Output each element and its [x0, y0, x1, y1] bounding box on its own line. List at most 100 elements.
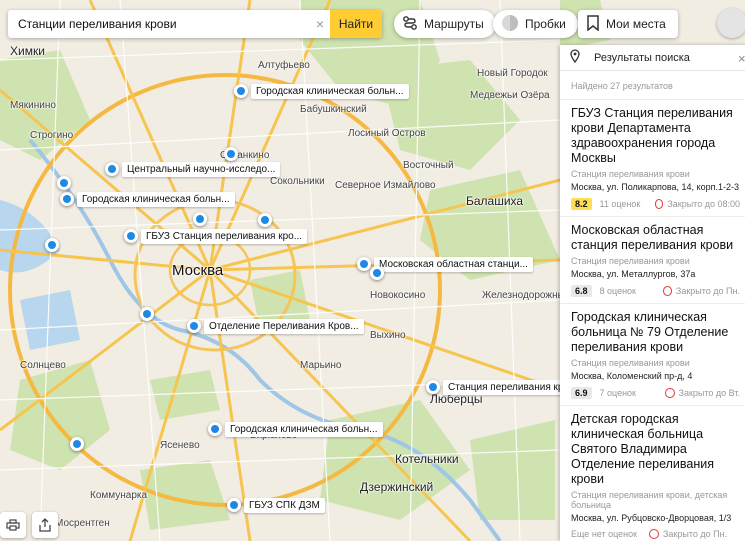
clock-icon — [662, 286, 672, 296]
place-label: Мосрентген — [55, 518, 110, 529]
place-label: Сокольники — [270, 176, 325, 187]
place-label: Мякинино — [10, 100, 56, 111]
avatar[interactable] — [717, 8, 745, 38]
result-item[interactable]: ГБУЗ Станция переливания крови Департаме… — [560, 99, 745, 216]
map-pin[interactable] — [258, 213, 272, 227]
map-pin[interactable] — [426, 380, 440, 394]
clock-icon — [649, 529, 659, 539]
map-pin[interactable] — [140, 307, 154, 321]
pin-label[interactable]: ГБУЗ СПК ДЗМ — [244, 498, 325, 513]
routes-icon — [402, 15, 418, 34]
place-label: Солнцево — [20, 360, 66, 371]
clock-icon — [654, 199, 664, 209]
place-label: Новокосино — [370, 290, 426, 301]
place-label: Дзержинский — [360, 480, 434, 494]
result-meta: 8.2 11 оценок Закрыто до 08:00 — [571, 198, 740, 210]
hours-status: Закрыто до Пн. — [663, 529, 728, 539]
map-pin[interactable] — [208, 422, 222, 436]
place-label: Восточный — [403, 160, 454, 171]
reviews-count[interactable]: 11 оценок — [600, 199, 655, 209]
bookmark-icon — [586, 14, 600, 34]
pin-label[interactable]: Московская областная станци... — [374, 257, 533, 272]
place-label: Бабушкинский — [300, 104, 367, 115]
map-pin[interactable] — [357, 257, 371, 271]
map-pin[interactable] — [57, 176, 71, 190]
rating-badge: 6.8 — [571, 285, 592, 297]
map-pin[interactable] — [60, 192, 74, 206]
traffic-button[interactable]: Пробки — [493, 10, 578, 38]
share-icon[interactable] — [32, 512, 58, 538]
place-label: Железнодорожный — [482, 290, 571, 301]
reviews-count[interactable]: 8 оценок — [600, 286, 663, 296]
result-category: Станция переливания крови, детская больн… — [571, 490, 728, 510]
find-button[interactable]: Найти — [330, 10, 382, 38]
result-title[interactable]: Московская областная станция переливания… — [571, 223, 740, 253]
hours-status: Закрыто до 08:00 — [667, 199, 740, 209]
panel-header: Результаты поиска — [560, 45, 745, 71]
map-pin[interactable] — [193, 212, 207, 226]
map-pin[interactable] — [187, 319, 201, 333]
place-label: Москва — [172, 262, 224, 279]
result-category: Станция переливания крови — [571, 169, 690, 179]
map-pin[interactable] — [234, 84, 248, 98]
map-pin[interactable] — [45, 238, 59, 252]
result-title[interactable]: ГБУЗ Станция переливания крови Департаме… — [571, 106, 740, 166]
result-address: Москва, ул. Поликарпова, 14, корп.1-2-3 — [571, 182, 739, 192]
reviews-count[interactable]: Еще нет оценок — [571, 529, 649, 539]
results-panel: Результаты поиска × Найдено 27 результат… — [560, 45, 745, 541]
place-label: Химки — [10, 44, 45, 58]
result-title[interactable]: Детская городская клиническая больница С… — [571, 412, 740, 487]
my-places-button[interactable]: Мои места — [578, 10, 678, 38]
result-title[interactable]: Городская клиническая больница № 79 Отде… — [571, 310, 740, 355]
location-pin-icon — [570, 49, 580, 66]
map-pin[interactable] — [224, 147, 238, 161]
place-label: Котельники — [395, 452, 459, 466]
printer-icon[interactable] — [0, 512, 26, 538]
my-places-label: Мои места — [606, 17, 666, 31]
clear-search-button[interactable]: × — [310, 16, 330, 32]
result-address: Москва, Коломенский пр-д, 4 — [571, 371, 693, 381]
place-label: Выхино — [370, 330, 406, 341]
result-item[interactable]: Московская областная станция переливания… — [560, 216, 745, 303]
pin-label[interactable]: Городская клиническая больн... — [251, 84, 409, 99]
pin-label[interactable]: ГБУЗ Станция переливания кро... — [141, 229, 308, 244]
search-box: × Найти — [8, 10, 382, 38]
traffic-label: Пробки — [525, 17, 566, 31]
pin-label[interactable]: Центральный научно-исследо... — [122, 162, 281, 177]
traffic-icon — [501, 14, 519, 35]
routes-label: Маршруты — [424, 17, 484, 31]
result-address: Москва, ул. Рубцовско-Дворцовая, 1/3 — [571, 513, 732, 523]
bottom-tools — [0, 512, 58, 538]
map-pin[interactable] — [124, 229, 138, 243]
pin-label[interactable]: Городская клиническая больн... — [77, 192, 235, 207]
map-pin[interactable] — [227, 498, 241, 512]
pin-label[interactable]: Отделение Переливания Кров... — [204, 319, 364, 334]
result-item[interactable]: Детская городская клиническая больница С… — [560, 405, 745, 541]
rating-badge: 6.9 — [571, 387, 592, 399]
map-pin[interactable] — [70, 437, 84, 451]
result-item[interactable]: Городская клиническая больница № 79 Отде… — [560, 303, 745, 405]
panel-title: Результаты поиска — [594, 51, 690, 64]
close-icon[interactable]: × — [738, 51, 745, 66]
result-address: Москва, ул. Металлургов, 37а — [571, 269, 696, 279]
place-label: Марьино — [300, 360, 342, 371]
results-count: Найдено 27 результатов — [571, 81, 673, 91]
map-pin[interactable] — [370, 266, 384, 280]
search-input[interactable] — [8, 10, 310, 38]
routes-button[interactable]: Маршруты — [394, 10, 496, 38]
hours-status: Закрыто до Пн. — [675, 286, 740, 296]
reviews-count[interactable]: 7 оценок — [600, 388, 666, 398]
place-label: Лосиный Остров — [348, 128, 426, 139]
place-label: Балашиха — [466, 194, 524, 208]
place-label: Ясенево — [160, 440, 200, 451]
pin-label[interactable]: Городская клиническая больн... — [225, 422, 383, 437]
place-label: Строгино — [30, 130, 74, 141]
result-meta: Еще нет оценок Закрыто до Пн. — [571, 529, 740, 539]
result-category: Станция переливания крови — [571, 256, 690, 266]
place-label: Коммунарка — [90, 490, 148, 501]
place-label: Алтуфьево — [258, 60, 310, 71]
map-pin[interactable] — [105, 162, 119, 176]
place-label: Новый Городок — [477, 68, 548, 79]
place-label: Медвежьи Озёра — [470, 90, 550, 101]
hours-status: Закрыто до Вт. — [678, 388, 740, 398]
